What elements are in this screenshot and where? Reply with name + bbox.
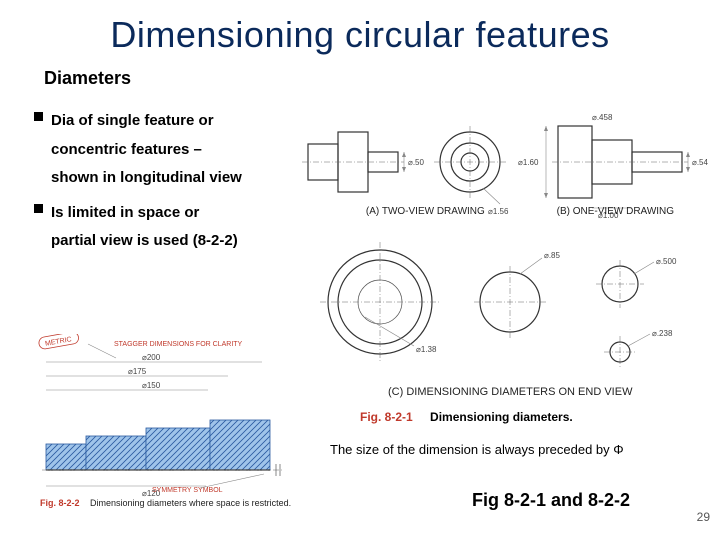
figure-bl-label: Fig. 8-2-2 Dimensioning diameters where … xyxy=(40,498,291,508)
caption-a: (A) TWO-VIEW DRAWING xyxy=(366,206,485,217)
figure-ref: Fig. 8-2-1 xyxy=(360,410,413,424)
figure-title: Dimensioning diameters. xyxy=(430,410,573,424)
dim-label: ⌀1.60 xyxy=(518,158,539,167)
bullet-text: Dia of single feature or concentric feat… xyxy=(51,107,242,193)
page-number: 29 xyxy=(697,510,710,524)
caption-b: (B) ONE-VIEW DRAWING xyxy=(557,206,674,217)
bullet-line: shown in longitudinal view xyxy=(51,169,242,186)
bullet-square-icon xyxy=(34,204,43,213)
figure-main-label: Fig. 8-2-1 Dimensioning diameters. xyxy=(360,410,573,424)
bullet-line: concentric features – xyxy=(51,141,202,158)
list-item: Dia of single feature or concentric feat… xyxy=(34,107,290,193)
dim-label: ⌀.54 xyxy=(692,158,708,167)
figure-8-2-2: METRIC STAGGER DIMENSIONS FOR CLARITY ⌀2… xyxy=(32,334,300,509)
dim-label: ⌀.50 xyxy=(408,158,424,167)
dim-label: ⌀.458 xyxy=(592,113,613,122)
dim-label: ⌀.85 xyxy=(544,251,560,260)
phi-note: The size of the dimension is always prec… xyxy=(330,442,624,457)
dim-label: ⌀200 xyxy=(142,353,161,362)
symmetry-label: SYMMETRY SYMBOL xyxy=(152,487,223,494)
dim-label: ⌀.238 xyxy=(652,329,673,338)
bullet-line: Dia of single feature or xyxy=(51,112,214,129)
bullet-line: partial view is used (8-2-2) xyxy=(51,232,238,249)
dim-label: ⌀175 xyxy=(128,367,147,376)
page-title: Dimensioning circular features xyxy=(0,0,720,56)
dim-label: ⌀1.38 xyxy=(416,345,437,354)
dim-label: ⌀.500 xyxy=(656,257,677,266)
caption-c: (C) DIMENSIONING DIAMETERS ON END VIEW xyxy=(388,386,632,398)
metric-badge: METRIC xyxy=(45,336,73,348)
stagger-note: STAGGER DIMENSIONS FOR CLARITY xyxy=(114,341,243,348)
figure-title: Dimensioning diameters where space is re… xyxy=(90,498,291,508)
bullet-list: Dia of single feature or concentric feat… xyxy=(0,89,290,256)
dim-label: ⌀150 xyxy=(142,381,161,390)
subtitle: Diameters xyxy=(0,56,720,89)
bullet-line: Is limited in space or xyxy=(51,204,199,221)
bullet-square-icon xyxy=(34,112,43,121)
figure-c: ⌀1.38 ⌀.85 ⌀.500 ⌀.238 xyxy=(310,232,708,402)
figure-reference: Fig 8-2-1 and 8-2-2 xyxy=(472,490,630,511)
list-item: Is limited in space or partial view is u… xyxy=(34,199,290,256)
figure-captions-ab: (A) TWO-VIEW DRAWING (B) ONE-VIEW DRAWIN… xyxy=(330,206,710,217)
bullet-text: Is limited in space or partial view is u… xyxy=(51,199,238,256)
figure-ref: Fig. 8-2-2 xyxy=(40,498,80,508)
